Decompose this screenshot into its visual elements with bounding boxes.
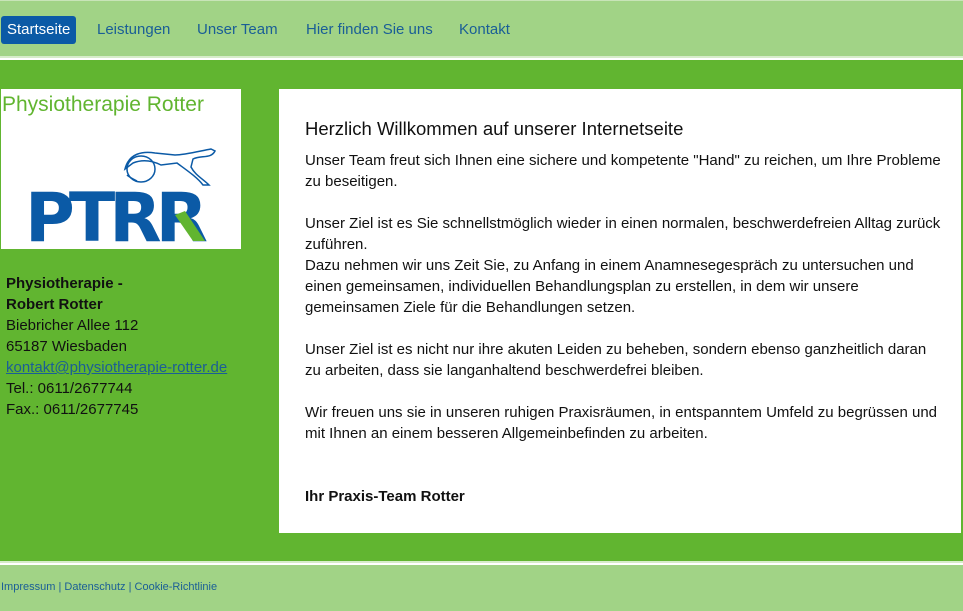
signature: Ihr Praxis-Team Rotter: [305, 488, 465, 505]
address-city: 65187 Wiesbaden: [6, 338, 127, 355]
nav-item-unser-team[interactable]: Unser Team: [197, 16, 278, 44]
logo-text: PTRR: [25, 179, 207, 245]
footer-separator: |: [58, 581, 62, 593]
logo[interactable]: Physiotherapie Rotter PTRR: [1, 89, 241, 249]
footer-separator: |: [128, 581, 132, 593]
practice-name-line2: Robert Rotter: [6, 296, 103, 313]
logo-title: Physiotherapie Rotter: [2, 93, 204, 116]
footer-links: Impressum | Datenschutz | Cookie-Richtli…: [1, 581, 217, 593]
nav-item-hier-finden-sie-uns[interactable]: Hier finden Sie uns: [306, 16, 433, 44]
footer-link-impressum[interactable]: Impressum: [1, 581, 55, 593]
paragraph-holistic: Unser Ziel ist es nicht nur ihre akuten …: [305, 341, 927, 379]
paragraph-approach: Dazu nehmen wir uns Zeit Sie, zu Anfang …: [305, 257, 914, 316]
paragraph-welcome: Wir freuen uns sie in unseren ruhigen Pr…: [305, 404, 938, 442]
footer-link-datenschutz[interactable]: Datenschutz: [64, 581, 125, 593]
footer: Impressum | Datenschutz | Cookie-Richtli…: [0, 565, 963, 611]
logo-image: PTRR: [25, 148, 217, 245]
main-area: Physiotherapie Rotter PTRR Physiotherapi…: [0, 60, 963, 563]
practice-name-line1: Physiotherapie -: [6, 275, 123, 292]
contact-address: Physiotherapie - Robert Rotter Biebriche…: [6, 273, 227, 420]
paragraph-goal: Unser Ziel ist es Sie schnellstmöglich w…: [305, 215, 941, 253]
page-title: Herzlich Willkommen auf unserer Internet…: [305, 118, 684, 139]
content-panel: Herzlich Willkommen auf unserer Internet…: [279, 89, 961, 533]
top-navigation: Startseite Leistungen Unser Team Hier fi…: [0, 0, 963, 58]
fax-number: Fax.: 0611/2677745: [6, 401, 139, 418]
nav-item-kontakt[interactable]: Kontakt: [459, 16, 510, 44]
footer-link-cookie-richtlinie[interactable]: Cookie-Richtlinie: [135, 581, 218, 593]
address-street: Biebricher Allee 112: [6, 317, 139, 334]
paragraph-intro: Unser Team freut sich Ihnen eine sichere…: [305, 152, 941, 190]
nav-item-startseite[interactable]: Startseite: [1, 16, 77, 44]
email-link[interactable]: kontakt@physiotherapie-rotter.de: [6, 359, 227, 376]
nav-item-leistungen[interactable]: Leistungen: [97, 16, 170, 44]
phone-number: Tel.: 0611/2677744: [6, 380, 133, 397]
